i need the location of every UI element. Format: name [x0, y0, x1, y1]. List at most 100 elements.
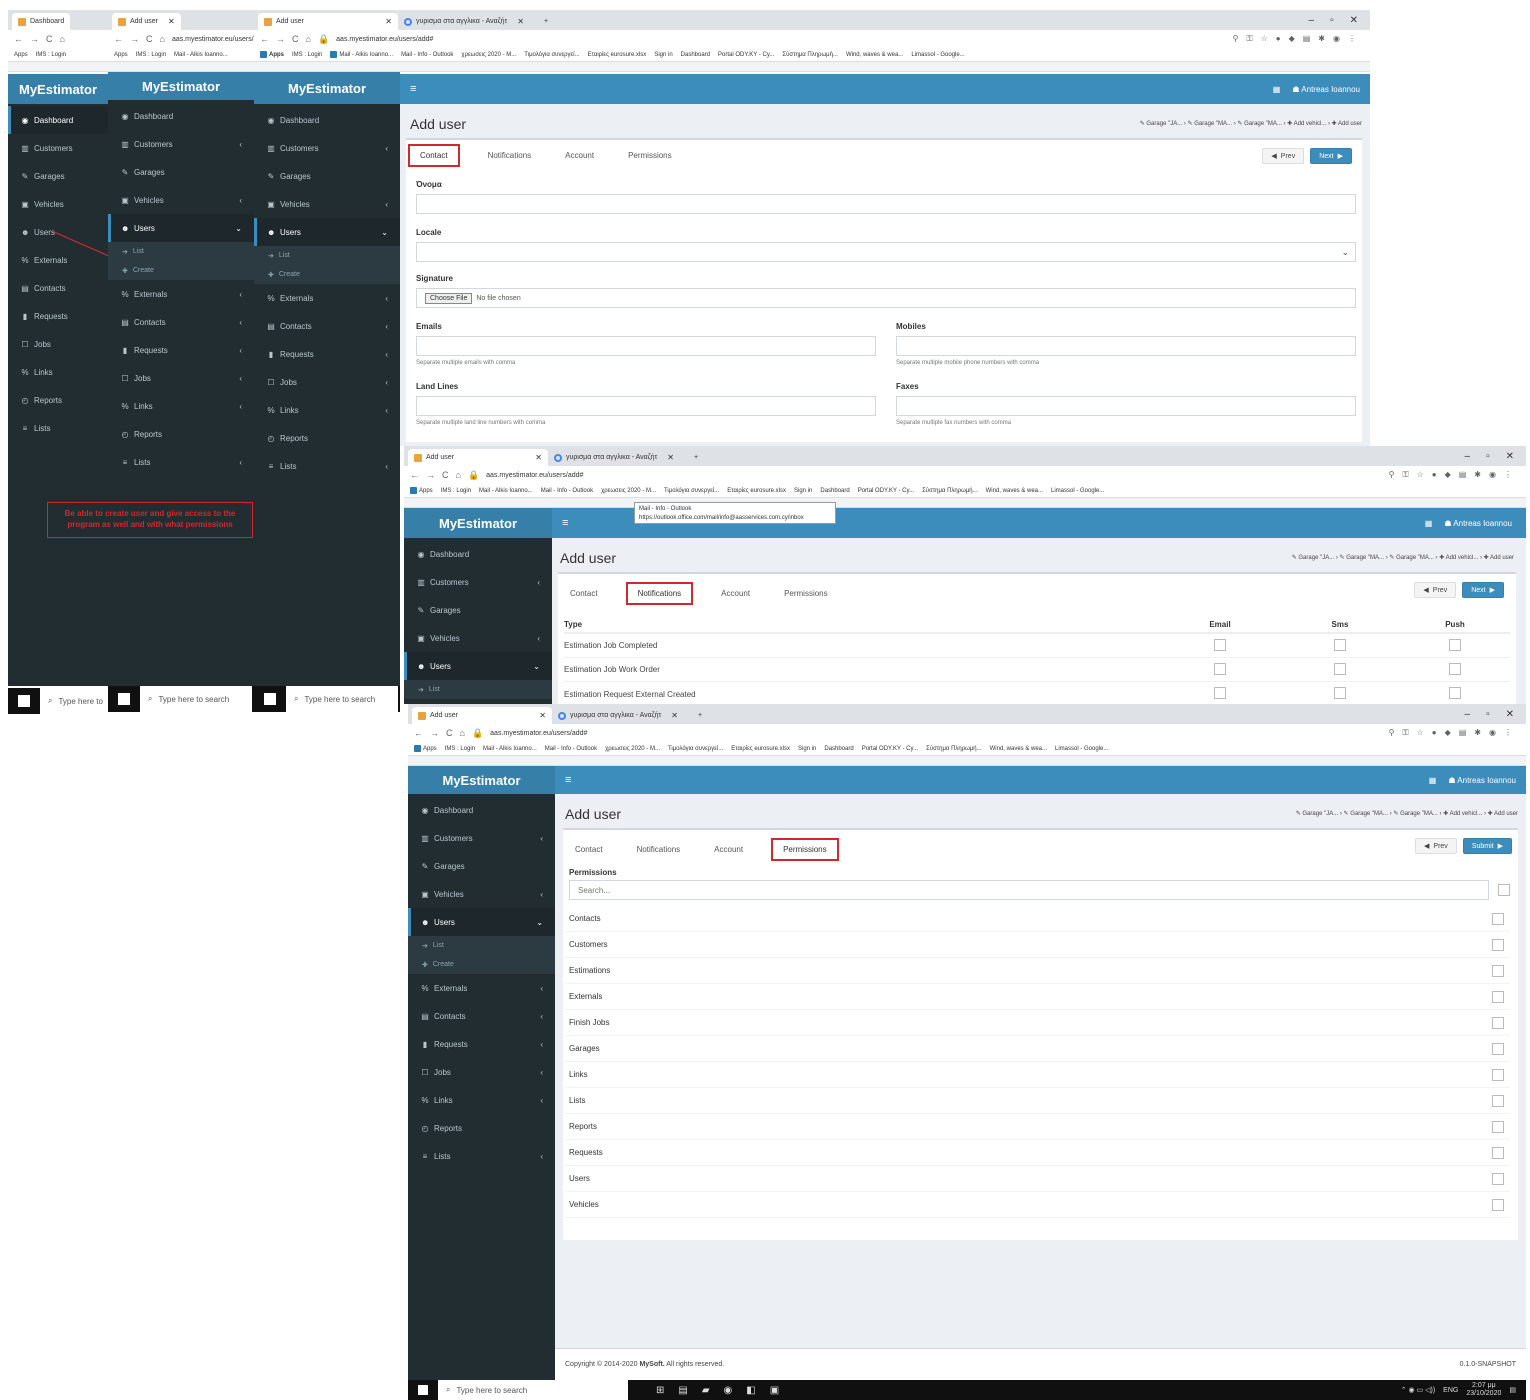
bookmark-mail[interactable]: Mail - Alkis Ioanno...	[174, 52, 228, 58]
sidebar-item-users[interactable]: ☻ Users ⌄	[408, 908, 555, 936]
sidebar-item-customers[interactable]: ▥ Customers ‹	[108, 130, 254, 158]
forward-icon[interactable]: →	[30, 34, 39, 44]
permission-checkbox[interactable]	[1492, 938, 1504, 951]
taskbar-app-icons[interactable]: ⊞▤▰◉◧▣	[656, 1385, 793, 1396]
bookmark-item[interactable]: Portal ODY.KY - Cy...	[718, 52, 774, 58]
sidebar-item-jobs[interactable]: ☐ Jobs ‹	[254, 368, 400, 396]
back-icon[interactable]: ←	[114, 34, 123, 44]
calendar-icon[interactable]: ▦	[1425, 519, 1433, 528]
permission-checkbox[interactable]	[1492, 1146, 1504, 1159]
calendar-icon[interactable]: ▦	[1429, 776, 1437, 785]
bookmark-item[interactable]: Wind, waves & wea...	[846, 52, 903, 58]
sms-checkbox[interactable]	[1334, 638, 1346, 651]
bookmark-ims[interactable]: IMS : Login	[136, 52, 166, 58]
browser-tab-search[interactable]: γυρισμα στα αγγλικα - Αναζήτ ✕	[548, 449, 688, 466]
sidebar-item-reports[interactable]: ◴ Reports	[408, 1114, 555, 1142]
sidebar-item-links[interactable]: % Links	[8, 358, 108, 386]
sidebar-subitem-list[interactable]: ➔ List	[108, 242, 254, 261]
taskbar-search[interactable]: ⌕ Type here to search	[438, 1380, 628, 1400]
bookmark-item[interactable]: Limassol - Google...	[911, 52, 964, 58]
push-checkbox[interactable]	[1449, 687, 1461, 699]
sidebar-subitem-create[interactable]: ✚ Create	[108, 261, 254, 280]
push-checkbox[interactable]	[1449, 662, 1461, 675]
sidebar-item-requests[interactable]: ▮ Requests ‹	[108, 336, 254, 364]
bookmark-item[interactable]: Τιμολόγια συνεργεί...	[524, 52, 579, 58]
sidebar-item-externals[interactable]: % Externals ‹	[254, 284, 400, 312]
sidebar-item-jobs[interactable]: ☐ Jobs ‹	[408, 1058, 555, 1086]
bookmark-item[interactable]: Portal ODY.KY - Cy...	[862, 746, 918, 752]
sidebar-item-contacts[interactable]: ▤ Contacts ‹	[254, 312, 400, 340]
bookmark-item[interactable]: χρεωσεις 2020 - M...	[601, 488, 656, 494]
email-checkbox[interactable]	[1214, 687, 1226, 699]
sidebar-subitem-list[interactable]: ➔ List	[254, 246, 400, 265]
tab-contact[interactable]: Contact	[569, 841, 609, 858]
sidebar-item-reports[interactable]: ◴ Reports	[8, 386, 108, 414]
back-icon[interactable]: ←	[260, 34, 269, 44]
clock[interactable]: 2:07 μμ 23/10/2020	[1466, 1382, 1501, 1398]
sidebar-item-dashboard[interactable]: ◉ Dashboard	[254, 106, 400, 134]
app-logo[interactable]: MyEstimator	[404, 508, 552, 538]
menu-toggle-icon[interactable]: ≡	[562, 517, 568, 529]
sidebar-item-dashboard[interactable]: ◉ Dashboard	[408, 796, 555, 824]
sidebar-item-garages[interactable]: ✎ Garages	[408, 852, 555, 880]
permission-checkbox[interactable]	[1492, 1094, 1504, 1107]
extension-icons[interactable]: ⚲⚿☆●◆▤✱◉⋮	[1389, 728, 1520, 738]
prev-button[interactable]: ◀ Prev	[1262, 148, 1305, 164]
sidebar-item-dashboard[interactable]: ◉ Dashboard	[8, 106, 108, 134]
windows-start-icon[interactable]	[418, 1385, 428, 1395]
next-button[interactable]: Next ▶	[1310, 148, 1352, 164]
bookmark-item[interactable]: Apps	[410, 487, 433, 494]
browser-tab-add-user[interactable]: Add user ✕	[258, 13, 398, 30]
reload-icon[interactable]: C	[146, 34, 153, 44]
close-window-icon[interactable]: ✕	[1506, 451, 1514, 462]
back-icon[interactable]: ←	[414, 728, 423, 738]
sidebar-item-users[interactable]: ☻ Users ⌄	[108, 214, 254, 242]
browser-tab-add-user[interactable]: Add user ✕	[112, 13, 181, 30]
email-checkbox[interactable]	[1214, 638, 1226, 651]
address-bar[interactable]: aas.myestimator.eu/users/add#	[336, 36, 433, 43]
bookmark-item[interactable]: Σύστημα Πληρωμή...	[922, 488, 978, 494]
close-tab-icon[interactable]: ✕	[517, 17, 524, 26]
tab-contact[interactable]: Contact	[564, 585, 604, 602]
address-bar[interactable]: aas.myestimator.eu/users/add#	[486, 472, 583, 479]
tab-notifications[interactable]: Notifications	[631, 841, 687, 858]
sidebar-item-lists[interactable]: ≡ Lists ‹	[254, 452, 400, 480]
sidebar-item-dashboard[interactable]: ◉ Dashboard	[108, 102, 254, 130]
close-window-icon[interactable]: ✕	[1350, 15, 1358, 26]
user-menu[interactable]: ☗ Antreas Ioannou	[1444, 519, 1512, 528]
email-checkbox[interactable]	[1214, 662, 1226, 675]
browser-tab-search[interactable]: γυρισμα στα αγγλικα - Αναζήτ ✕	[552, 707, 692, 724]
bookmark-item[interactable]: Mail - Info - Outlook	[401, 52, 453, 58]
sidebar-item-customers[interactable]: ▥ Customers ‹	[408, 824, 555, 852]
reload-icon[interactable]: C	[442, 470, 449, 480]
permission-checkbox[interactable]	[1492, 1120, 1504, 1133]
windows-start-icon[interactable]	[264, 693, 276, 705]
reload-icon[interactable]: C	[446, 728, 453, 738]
bookmark-item[interactable]: Σύστημα Πληρωμή...	[926, 746, 982, 752]
close-tab-icon[interactable]: ✕	[667, 453, 674, 462]
sms-checkbox[interactable]	[1334, 662, 1346, 675]
user-menu[interactable]: ☗ Antreas Ioannou	[1292, 85, 1360, 94]
reload-icon[interactable]: C	[292, 34, 299, 44]
tray-icons[interactable]: ⌃ ◉ ▭ ◁))	[1401, 1386, 1435, 1394]
permission-checkbox[interactable]	[1492, 1016, 1504, 1029]
bookmark-item[interactable]: IMS : Login	[292, 52, 322, 58]
bookmark-item[interactable]: IMS : Login	[445, 746, 475, 752]
sidebar-item-reports[interactable]: ◴ Reports	[108, 420, 254, 448]
sidebar-item-jobs[interactable]: ☐ Jobs ‹	[108, 364, 254, 392]
bookmark-item[interactable]: Mail - Alkis Ioanno...	[479, 488, 533, 494]
select-all-checkbox[interactable]	[1498, 884, 1510, 896]
sidebar-item-contacts[interactable]: ▤ Contacts	[8, 274, 108, 302]
permission-checkbox[interactable]	[1492, 1198, 1504, 1211]
sidebar-item-contacts[interactable]: ▤ Contacts ‹	[108, 308, 254, 336]
bookmark-apps[interactable]: Apps	[14, 52, 28, 58]
minimize-icon[interactable]: –	[1465, 451, 1471, 462]
permissions-search-input[interactable]	[569, 880, 1489, 900]
taskbar-search[interactable]: ⌕ Type here to search	[286, 686, 398, 712]
sidebar-item-users[interactable]: ☻ Users ⌄	[404, 652, 552, 680]
next-button[interactable]: Next ▶	[1462, 582, 1504, 598]
bookmark-item[interactable]: Apps	[260, 51, 284, 58]
sidebar-item-links[interactable]: % Links ‹	[254, 396, 400, 424]
sms-checkbox[interactable]	[1334, 687, 1346, 699]
system-tray[interactable]: ⌃ ◉ ▭ ◁)) ENG 2:07 μμ 23/10/2020 ▤	[1401, 1382, 1516, 1398]
